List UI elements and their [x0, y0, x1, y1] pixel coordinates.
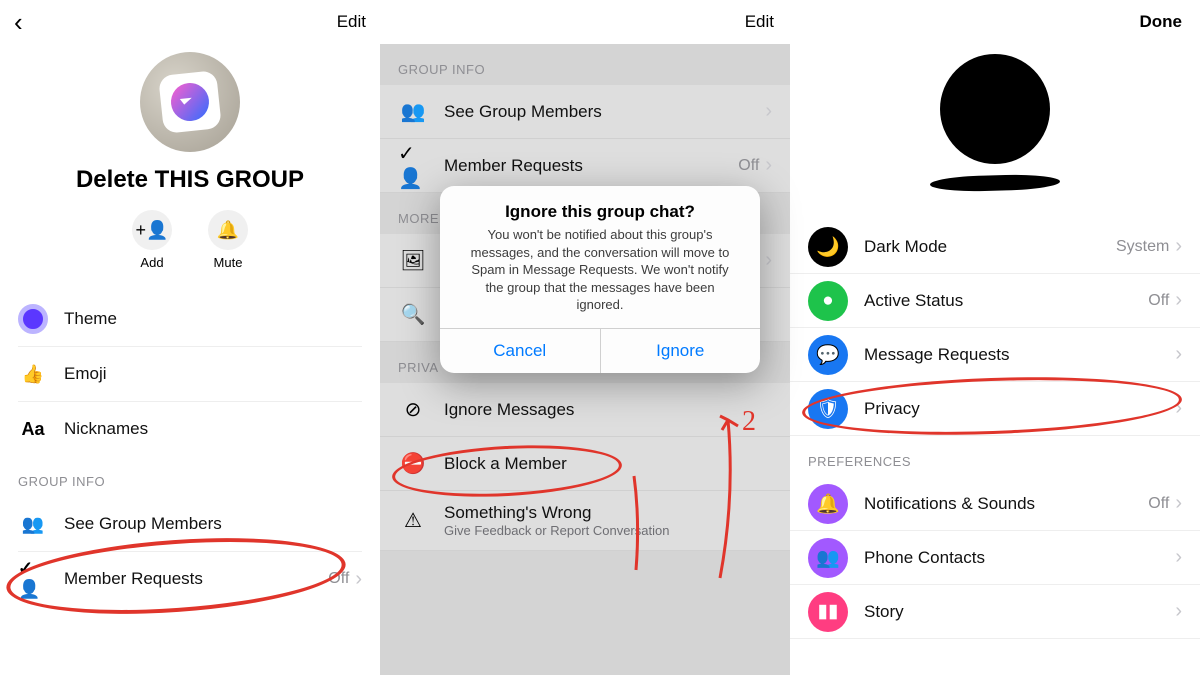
- dialog-body: You won't be notified about this group's…: [440, 226, 760, 328]
- see-group-members-row[interactable]: 👥 See Group Members ›: [380, 85, 790, 139]
- back-icon[interactable]: ‹: [14, 7, 23, 38]
- dark-mode-icon: 🌙: [808, 227, 848, 267]
- add-member-button[interactable]: +👤 Add: [132, 210, 172, 270]
- block-member-label: Block a Member: [444, 454, 772, 474]
- see-group-members-row[interactable]: 👥 See Group Members: [0, 497, 380, 551]
- story-icon: ▮▮: [808, 592, 848, 632]
- story-label: Story: [864, 602, 1175, 622]
- mute-button[interactable]: 🔔 Mute: [208, 210, 248, 270]
- mute-label: Mute: [214, 255, 243, 270]
- redacted-name: [930, 174, 1061, 193]
- ignore-button[interactable]: Ignore: [600, 329, 761, 373]
- chevron-right-icon: ›: [1175, 397, 1182, 420]
- dark-mode-label: Dark Mode: [864, 237, 1116, 257]
- nicknames-icon: Aa: [18, 414, 48, 444]
- see-members-label: See Group Members: [444, 102, 765, 122]
- nicknames-label: Nicknames: [64, 419, 362, 439]
- member-requests-label: Member Requests: [64, 569, 328, 589]
- edit-button[interactable]: Edit: [745, 12, 774, 32]
- active-status-label: Active Status: [864, 291, 1148, 311]
- privacy-label: Privacy: [864, 399, 1175, 419]
- story-row[interactable]: ▮▮ Story ›: [790, 585, 1200, 639]
- chevron-right-icon: ›: [1175, 343, 1182, 366]
- theme-row[interactable]: Theme: [0, 292, 380, 346]
- chevron-right-icon: ›: [1175, 600, 1182, 623]
- panel-me-settings: Done 🌙 Dark Mode System › ● Active Statu…: [790, 0, 1200, 675]
- dark-mode-row[interactable]: 🌙 Dark Mode System ›: [790, 220, 1200, 274]
- active-status-value: Off: [1148, 292, 1169, 310]
- dark-mode-value: System: [1116, 238, 1169, 256]
- person-check-icon: ✓👤: [18, 564, 48, 594]
- people-icon: 👥: [18, 509, 48, 539]
- warning-icon: ⚠: [398, 506, 428, 536]
- notifications-label: Notifications & Sounds: [864, 494, 1148, 514]
- ignore-confirm-dialog: Ignore this group chat? You won't be not…: [440, 186, 760, 373]
- chevron-right-icon: ›: [1175, 546, 1182, 569]
- chevron-right-icon: ›: [765, 249, 772, 272]
- group-info-header: GROUP INFO: [380, 44, 790, 85]
- bell-icon: 🔔: [808, 484, 848, 524]
- wrong-subtitle: Give Feedback or Report Conversation: [444, 523, 772, 538]
- nicknames-row[interactable]: Aa Nicknames: [0, 402, 380, 456]
- person-check-icon: ✓👤: [398, 151, 428, 181]
- block-icon: ⛔: [398, 449, 428, 479]
- member-requests-value: Off: [738, 157, 759, 175]
- add-person-icon: +👤: [136, 220, 169, 241]
- group-title: Delete THIS GROUP: [76, 166, 304, 194]
- message-requests-icon: 💬: [808, 335, 848, 375]
- privacy-icon: 🛡: [808, 389, 848, 429]
- add-label: Add: [140, 255, 163, 270]
- profile-header: [790, 44, 1200, 220]
- emoji-row[interactable]: 👍 Emoji: [0, 347, 380, 401]
- see-members-label: See Group Members: [64, 514, 362, 534]
- dialog-title: Ignore this group chat?: [440, 186, 760, 226]
- group-info-header: GROUP INFO: [0, 456, 380, 497]
- chevron-right-icon: ›: [765, 100, 772, 123]
- edit-button[interactable]: Edit: [337, 12, 366, 32]
- done-button[interactable]: Done: [1140, 12, 1183, 32]
- cancel-button[interactable]: Cancel: [440, 329, 600, 373]
- message-requests-row[interactable]: 💬 Message Requests ›: [790, 328, 1200, 382]
- people-icon: 👥: [398, 97, 428, 127]
- group-avatar[interactable]: [140, 52, 240, 152]
- ignore-icon: ⊘: [398, 395, 428, 425]
- theme-icon: [18, 304, 48, 334]
- somethings-wrong-row[interactable]: ⚠ Something's Wrong Give Feedback or Rep…: [380, 491, 790, 551]
- chevron-right-icon: ›: [765, 154, 772, 177]
- active-status-icon: ●: [808, 281, 848, 321]
- emoji-label: Emoji: [64, 364, 362, 384]
- message-requests-label: Message Requests: [864, 345, 1175, 365]
- chevron-right-icon: ›: [1175, 492, 1182, 515]
- active-status-row[interactable]: ● Active Status Off ›: [790, 274, 1200, 328]
- photo-icon: 🖼: [398, 246, 428, 276]
- chevron-right-icon: ›: [355, 568, 362, 591]
- block-member-row[interactable]: ⛔ Block a Member: [380, 437, 790, 491]
- chevron-right-icon: ›: [1175, 289, 1182, 312]
- chevron-right-icon: ›: [1175, 235, 1182, 258]
- panel-group-settings: ‹ Edit Delete THIS GROUP +👤 Add 🔔 Mute T…: [0, 0, 380, 675]
- bell-icon: 🔔: [217, 220, 239, 241]
- member-requests-row[interactable]: ✓👤 Member Requests Off ›: [0, 552, 380, 606]
- privacy-row[interactable]: 🛡 Privacy ›: [790, 382, 1200, 436]
- redacted-avatar: [940, 54, 1050, 164]
- member-requests-value: Off: [328, 570, 349, 588]
- phone-contacts-row[interactable]: 👥 Phone Contacts ›: [790, 531, 1200, 585]
- thumbs-up-icon: 👍: [18, 359, 48, 389]
- preferences-header: PREFERENCES: [790, 436, 1200, 477]
- member-requests-label: Member Requests: [444, 156, 738, 176]
- wrong-title: Something's Wrong: [444, 503, 772, 523]
- phone-contacts-label: Phone Contacts: [864, 548, 1175, 568]
- contacts-icon: 👥: [808, 538, 848, 578]
- ignore-messages-row[interactable]: ⊘ Ignore Messages: [380, 383, 790, 437]
- notifications-value: Off: [1148, 495, 1169, 513]
- member-requests-row[interactable]: ✓👤 Member Requests Off ›: [380, 139, 790, 193]
- theme-label: Theme: [64, 309, 362, 329]
- notifications-row[interactable]: 🔔 Notifications & Sounds Off ›: [790, 477, 1200, 531]
- panel-ignore-dialog: Edit GROUP INFO 👥 See Group Members › ✓👤…: [380, 0, 790, 675]
- search-icon: 🔍: [398, 300, 428, 330]
- ignore-messages-label: Ignore Messages: [444, 400, 772, 420]
